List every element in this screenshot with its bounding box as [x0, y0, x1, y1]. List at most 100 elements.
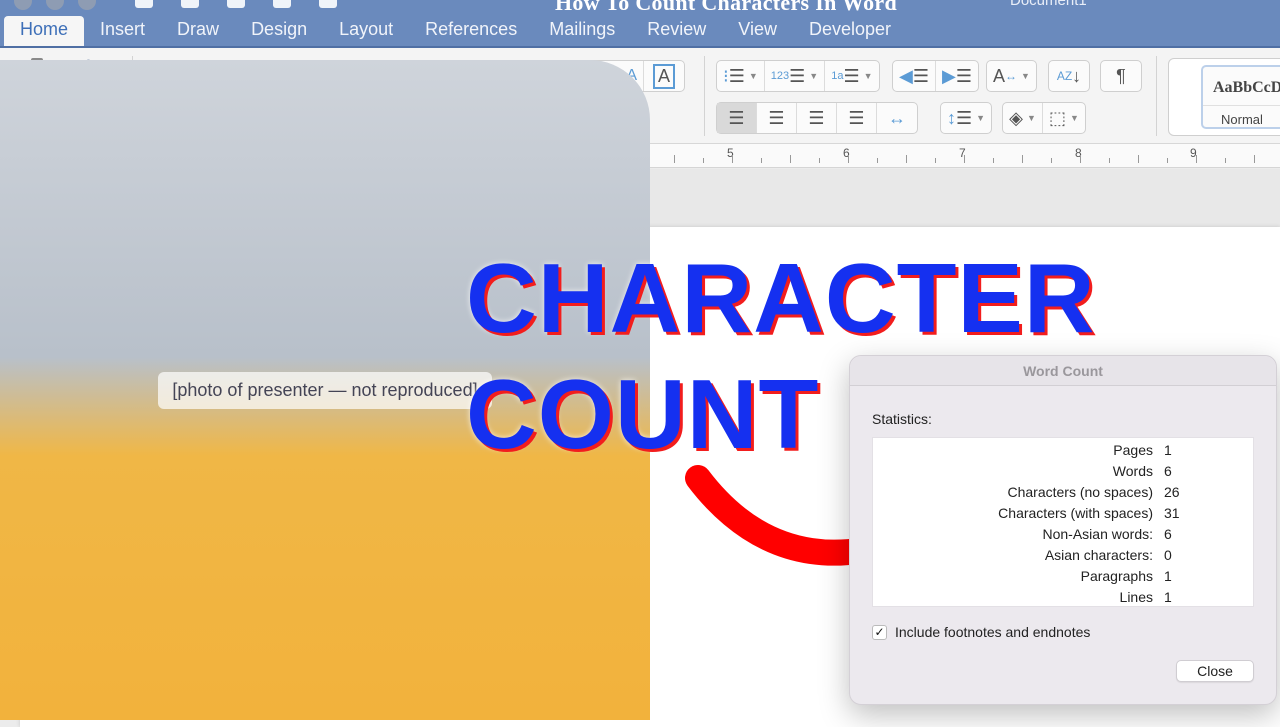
stat-label: Pages [1113, 442, 1153, 458]
stat-row: Characters (with spaces) 31 [873, 505, 1253, 526]
stat-value: 0 [1164, 547, 1172, 563]
tab-developer[interactable]: Developer [793, 16, 907, 46]
ruler-tick [848, 155, 849, 163]
word-count-dialog: Word Count Statistics: Pages 1 Words 6 Chara… [849, 355, 1277, 705]
stat-label: Words [1112, 463, 1153, 479]
tab-view[interactable]: View [722, 16, 793, 46]
tab-insert[interactable]: Insert [84, 16, 161, 46]
stat-row: Lines 1 [873, 589, 1253, 610]
stat-label: Asian characters: [1044, 547, 1153, 563]
stat-value: 6 [1164, 526, 1172, 542]
ruler-tick [674, 155, 675, 163]
ruler-tick [732, 155, 733, 163]
ruler-tick [1167, 158, 1168, 163]
ruler-tick [1051, 158, 1052, 163]
stat-row: Characters (no spaces) 26 [873, 484, 1253, 505]
numbering-icon[interactable]: 123 ☰ ▼ [765, 61, 826, 91]
tab-home[interactable]: Home [4, 16, 85, 46]
include-footnotes-checkbox[interactable]: ✓ [872, 624, 887, 640]
stat-row: Pages 1 [873, 442, 1253, 463]
window-controls [14, 0, 96, 10]
redo-icon[interactable] [273, 0, 291, 8]
stat-value: 1 [1164, 442, 1172, 458]
outdent-icon[interactable]: ◀ ☰ [893, 61, 936, 91]
zoom-window-button[interactable] [78, 0, 96, 10]
indent-icon[interactable]: ▶ ☰ [936, 61, 978, 91]
ruler-tick [964, 155, 965, 163]
video-title: How To Count Characters In Word [555, 0, 897, 15]
align-center-icon[interactable]: ☰ [757, 103, 797, 133]
undo-icon[interactable] [227, 0, 245, 8]
align-right-icon[interactable]: ☰ [797, 103, 837, 133]
bullets-icon[interactable]: ⁝ ☰ ▼ [717, 61, 765, 91]
line-spacing-group: ↕ ☰ ▼ [940, 102, 993, 134]
sort-az-icon[interactable]: AZ ↓ [1049, 61, 1089, 91]
tab-design[interactable]: Design [235, 16, 323, 46]
include-footnotes-label: Include footnotes and endnotes [895, 624, 1091, 640]
stat-label: Lines [1119, 589, 1153, 605]
ruler-tick [1080, 155, 1081, 163]
alignment-group: ☰ ☰ ☰ ☰ ↔ [716, 102, 918, 134]
justify-icon[interactable]: ☰ [837, 103, 877, 133]
stat-label: Characters (with spaces) [998, 505, 1153, 521]
multilevel-list-icon[interactable]: 1a ☰ ▼ [825, 61, 878, 91]
statistics-label: Statistics: [872, 411, 932, 427]
save-icon[interactable] [181, 0, 199, 8]
tab-references[interactable]: References [409, 16, 533, 46]
ruler-tick [819, 158, 820, 163]
ruler-tick [1022, 155, 1023, 163]
shading-borders-group: ◈ ▼ ⬚ ▼ [1002, 102, 1086, 134]
styles-gallery: AaBbCcDdEe Normal [1168, 58, 1280, 136]
headline-line-1: CHARACTER [466, 243, 1096, 353]
stat-value: 26 [1164, 484, 1180, 500]
borders-icon[interactable]: ⬚ ▼ [1043, 103, 1085, 133]
close-window-button[interactable] [14, 0, 32, 10]
char-spacing-icon[interactable]: A ↔ ▼ [987, 61, 1036, 91]
line-spacing-icon[interactable]: ↕ ☰ ▼ [941, 103, 991, 133]
tab-layout[interactable]: Layout [323, 16, 409, 46]
ruler-tick [1109, 158, 1110, 163]
distributed-icon[interactable]: ↔ [877, 103, 917, 133]
ribbon-tabs: Home Insert Draw Design Layout Reference… [4, 16, 907, 46]
quick-access-toolbar [135, 0, 337, 8]
dialog-title: Word Count [850, 356, 1276, 386]
ruler-tick [703, 158, 704, 163]
ruler-tick [906, 155, 907, 163]
statistics-list: Pages 1 Words 6 Characters (no spaces) 26 Char… [872, 437, 1254, 607]
ruler-tick [935, 158, 936, 163]
list-group: ⁝ ☰ ▼ 123 ☰ ▼ 1a ☰ ▼ [716, 60, 880, 92]
stat-label: Characters (no spaces) [1007, 484, 1153, 500]
tab-draw[interactable]: Draw [161, 16, 235, 46]
stat-value: 1 [1164, 589, 1172, 605]
style-normal[interactable]: AaBbCcDdEe Normal [1201, 65, 1280, 129]
sort-group: AZ ↓ [1048, 60, 1090, 92]
ruler-tick [877, 158, 878, 163]
stat-row: Words 6 [873, 463, 1253, 484]
stat-value: 31 [1164, 505, 1180, 521]
boxed-a-icon[interactable]: A [644, 61, 684, 91]
ruler-tick [790, 155, 791, 163]
show-marks-group: ¶ [1100, 60, 1142, 92]
ruler-tick [1225, 158, 1226, 163]
tab-mailings[interactable]: Mailings [533, 16, 631, 46]
divider [1156, 56, 1157, 136]
close-button[interactable]: Close [1176, 660, 1254, 682]
paint-bucket-icon[interactable]: ◈ ▼ [1003, 103, 1043, 133]
tab-review[interactable]: Review [631, 16, 722, 46]
style-name: Normal [1203, 105, 1280, 127]
ruler-tick [761, 158, 762, 163]
minimize-window-button[interactable] [46, 0, 64, 10]
include-footnotes-row[interactable]: ✓ Include footnotes and endnotes [872, 624, 1090, 640]
ruler-tick [1196, 155, 1197, 163]
align-left-icon[interactable]: ☰ [717, 103, 757, 133]
stat-value: 6 [1164, 463, 1172, 479]
stat-value: 1 [1164, 568, 1172, 584]
style-sample: AaBbCcDdEe [1213, 79, 1280, 96]
print-icon[interactable] [319, 0, 337, 8]
char-spacing-group: A ↔ ▼ [986, 60, 1037, 92]
home-icon[interactable] [135, 0, 153, 8]
stat-row: Paragraphs 1 [873, 568, 1253, 589]
ruler-tick [1138, 155, 1139, 163]
title-bar: How To Count Characters In Word Document… [0, 0, 1280, 46]
pilcrow-icon[interactable]: ¶ [1101, 61, 1141, 91]
